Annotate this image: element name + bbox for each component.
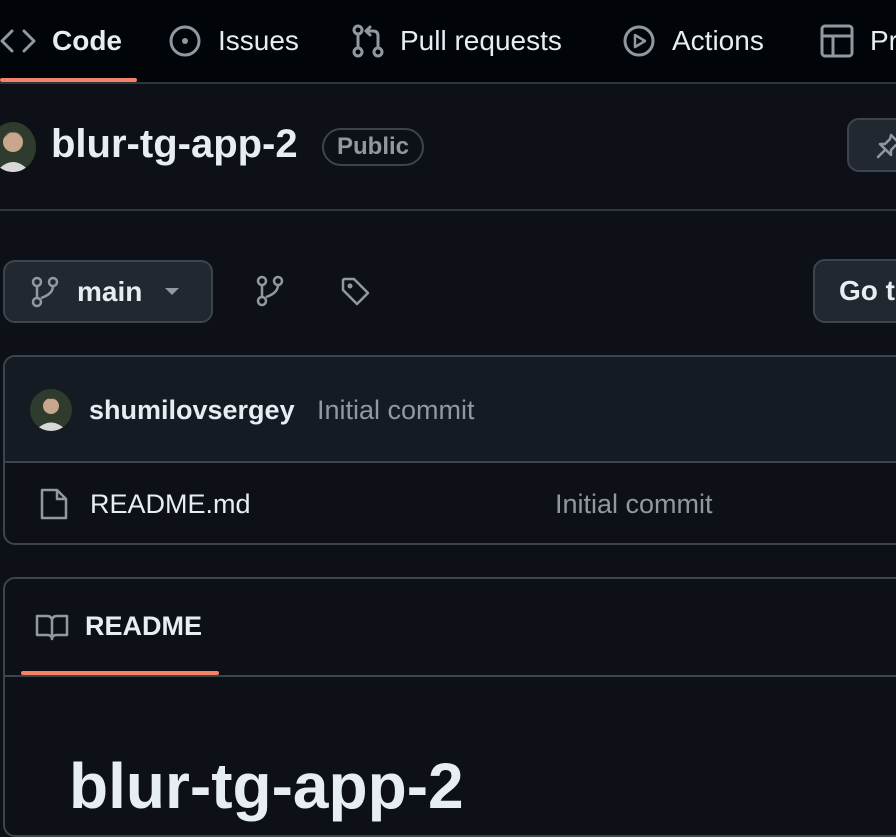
branch-name: main <box>77 275 143 307</box>
tab-issues[interactable]: Issues <box>168 0 299 82</box>
git-branch-icon <box>31 276 59 308</box>
tab-pull-requests[interactable]: Pull requests <box>352 0 562 82</box>
file-commit-message[interactable]: Initial commit <box>555 489 713 520</box>
repo-nav: Code Issues Pull requests Actions Pr <box>0 0 896 84</box>
commit-message[interactable]: Initial commit <box>317 395 475 426</box>
pin-icon <box>875 132 896 160</box>
go-to-file-button[interactable]: Go t <box>813 259 896 323</box>
tag-icon[interactable] <box>340 276 372 308</box>
repo-name[interactable]: blur-tg-app-2 <box>51 122 298 167</box>
play-icon <box>622 24 656 58</box>
branch-select-button[interactable]: main <box>3 260 213 323</box>
file-row[interactable]: README.md Initial commit <box>5 463 896 543</box>
latest-commit-row: shumilovsergey Initial commit <box>5 357 896 463</box>
readme-heading: blur-tg-app-2 <box>69 750 464 822</box>
code-icon <box>0 27 36 55</box>
file-list: shumilovsergey Initial commit README.md … <box>3 355 896 545</box>
git-pull-request-icon <box>352 24 384 58</box>
tab-actions-label: Actions <box>672 25 764 56</box>
pin-button[interactable] <box>847 118 896 172</box>
tab-projects[interactable]: Pr <box>820 0 896 82</box>
tab-pull-requests-label: Pull requests <box>400 25 562 56</box>
branches-icon[interactable] <box>256 275 284 307</box>
selected-tab-indicator <box>0 78 137 82</box>
tab-code[interactable]: Code <box>0 0 122 82</box>
readme-tabbar: README <box>5 579 896 677</box>
tab-code-label: Code <box>52 25 122 56</box>
table-icon <box>820 24 854 58</box>
readme-panel: README blur-tg-app-2 <box>3 577 896 837</box>
tab-issues-label: Issues <box>218 25 299 56</box>
tab-projects-label: Pr <box>870 25 896 56</box>
commit-author[interactable]: shumilovsergey <box>89 395 295 426</box>
readme-tab-label: README <box>85 611 203 641</box>
visibility-badge: Public <box>322 128 425 166</box>
chevron-down-icon <box>164 287 180 297</box>
author-avatar[interactable] <box>30 389 72 431</box>
tab-actions[interactable]: Actions <box>622 0 764 82</box>
issue-opened-icon <box>168 24 202 58</box>
readme-tab-indicator <box>21 671 219 675</box>
file-name[interactable]: README.md <box>90 489 251 520</box>
file-icon <box>39 487 69 521</box>
book-icon <box>35 613 69 641</box>
tab-readme[interactable]: README <box>35 611 202 642</box>
